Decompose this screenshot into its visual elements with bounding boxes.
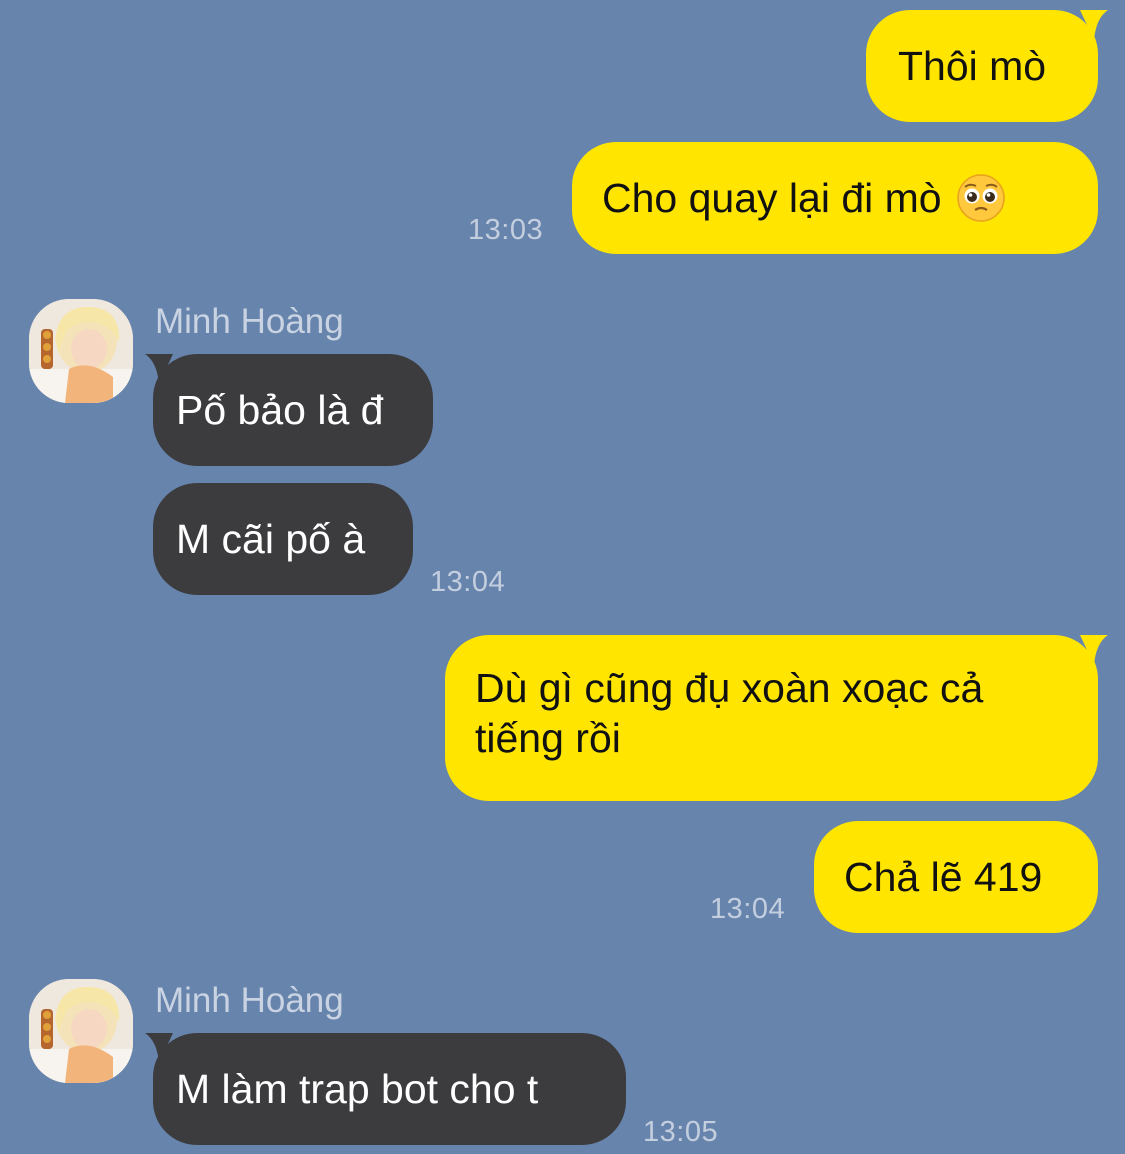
message-timestamp: 13:04 <box>430 566 506 598</box>
outgoing-message-bubble[interactable]: Dù gì cũng đụ xoàn xoạc cả tiếng rồi <box>445 635 1098 801</box>
contact-avatar[interactable] <box>29 979 133 1083</box>
outgoing-message-bubble[interactable]: Chả lẽ 419 <box>814 821 1098 933</box>
avatar-photo-icon <box>29 979 133 1083</box>
bubble-tail-icon <box>1080 10 1108 40</box>
message-text: Cho quay lại đi mò <box>602 175 942 221</box>
bubble-tail-icon <box>1080 635 1108 665</box>
pleading-face-emoji-icon <box>956 174 1005 222</box>
message-text: Dù gì cũng đụ xoàn xoạc cả tiếng rồi <box>475 665 984 761</box>
sender-name: Minh Hoàng <box>155 302 344 341</box>
incoming-message-bubble[interactable]: M cãi pố à <box>153 483 413 595</box>
message-text: M cãi pố à <box>176 516 366 562</box>
bubble-tail-icon <box>145 354 173 384</box>
message-timestamp: 13:03 <box>468 214 544 246</box>
message-text: Pố bảo là đ <box>176 387 384 433</box>
avatar-photo-icon <box>29 299 133 403</box>
message-timestamp: 13:04 <box>710 893 786 925</box>
chat-thread[interactable]: Thôi mò Cho quay lại đi mò 13:03 Minh Ho… <box>0 0 1125 1154</box>
sender-name: Minh Hoàng <box>155 981 344 1020</box>
incoming-message-bubble[interactable]: Pố bảo là đ <box>153 354 433 466</box>
message-text: Chả lẽ 419 <box>844 854 1043 900</box>
bubble-tail-icon <box>145 1033 173 1063</box>
contact-avatar[interactable] <box>29 299 133 403</box>
message-timestamp: 13:05 <box>643 1116 719 1148</box>
message-text: Thôi mò <box>898 43 1047 89</box>
incoming-message-bubble[interactable]: M làm trap bot cho t <box>153 1033 626 1145</box>
outgoing-message-bubble[interactable]: Thôi mò <box>866 10 1098 122</box>
message-text: M làm trap bot cho t <box>176 1066 539 1112</box>
outgoing-message-bubble[interactable]: Cho quay lại đi mò <box>572 142 1098 254</box>
